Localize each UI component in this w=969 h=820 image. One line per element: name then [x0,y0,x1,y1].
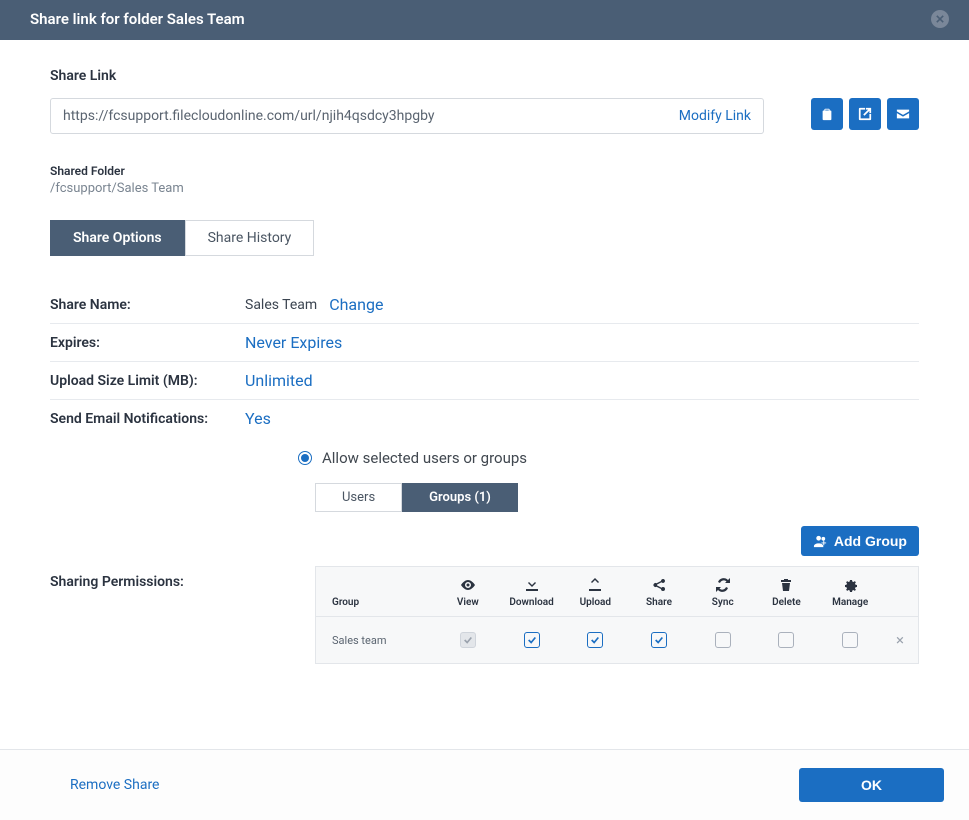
sync-icon [715,577,731,593]
sharing-permissions-label: Sharing Permissions: [50,526,315,590]
permissions-table: Group View Download Upload Share Sync De… [315,566,919,664]
envelope-icon [896,107,910,121]
col-manage: Manage [832,597,868,608]
col-group: Group [332,597,359,608]
col-view: View [457,597,479,608]
close-button[interactable] [931,10,949,28]
cbox-view [460,632,476,648]
upload-limit-label: Upload Size Limit (MB): [50,373,245,389]
delete-icon [778,577,794,593]
expires-label: Expires: [50,335,245,351]
share-link-label: Share Link [50,68,919,84]
cbox-delete[interactable] [778,632,794,648]
email-notif-label: Send Email Notifications: [50,411,245,427]
shared-folder-path: /fcsupport/Sales Team [50,181,919,196]
dialog-title: Share link for folder Sales Team [30,10,245,28]
copy-button[interactable] [811,98,843,130]
expires-value[interactable]: Never Expires [245,333,342,352]
radio-dot [301,454,309,462]
eye-icon [460,577,476,593]
subtab-users[interactable]: Users [315,483,402,512]
col-share: Share [646,597,672,608]
external-link-icon [858,107,872,121]
email-button[interactable] [887,98,919,130]
add-group-button[interactable]: Add Group [801,526,919,556]
cbox-share[interactable] [651,632,667,648]
allow-selected-radio[interactable] [298,451,312,465]
shared-folder-label: Shared Folder [50,164,919,178]
share-link-url: https://fcsupport.filecloudonline.com/ur… [63,108,435,124]
open-button[interactable] [849,98,881,130]
share-link-box: https://fcsupport.filecloudonline.com/ur… [50,98,764,134]
upload-icon [587,577,603,593]
email-notif-value[interactable]: Yes [245,409,271,428]
share-icon [651,577,667,593]
cbox-upload[interactable] [587,632,603,648]
cbox-manage[interactable] [842,632,858,648]
clipboard-icon [820,107,834,121]
upload-limit-value[interactable]: Unlimited [245,371,313,390]
remove-share-link[interactable]: Remove Share [25,777,159,793]
table-row: Sales team × [316,617,918,663]
cbox-sync[interactable] [715,632,731,648]
tab-share-options[interactable]: Share Options [50,220,185,256]
download-icon [524,577,540,593]
modify-link[interactable]: Modify Link [679,108,751,124]
close-icon [936,15,944,23]
col-sync: Sync [712,597,734,608]
tab-share-history[interactable]: Share History [185,220,315,256]
share-name-label: Share Name: [50,297,245,313]
manage-icon [842,577,858,593]
share-name-value: Sales Team [245,297,317,313]
change-name-link[interactable]: Change [329,295,383,314]
col-upload: Upload [580,597,611,608]
col-delete: Delete [772,597,801,608]
col-download: Download [509,597,553,608]
remove-row-button[interactable]: × [896,631,904,649]
allow-selected-label: Allow selected users or groups [322,449,527,467]
add-group-label: Add Group [834,533,907,549]
ok-button[interactable]: OK [799,768,944,802]
cbox-download[interactable] [524,632,540,648]
row-group-name: Sales team [316,634,436,647]
add-group-icon [813,534,828,549]
subtab-groups[interactable]: Groups (1) [402,483,518,512]
